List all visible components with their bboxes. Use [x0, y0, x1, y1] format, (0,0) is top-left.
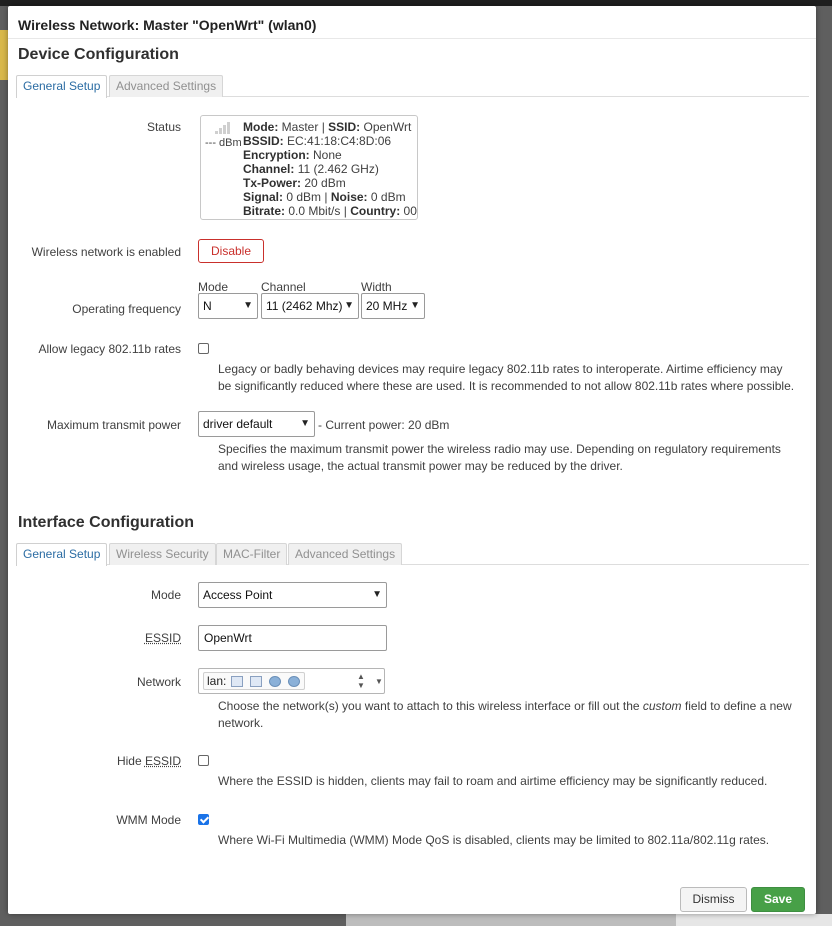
- spinner-icon[interactable]: ▲ ▼: [357, 672, 365, 690]
- interface-config-tabs: General Setup Wireless Security MAC-Filt…: [16, 543, 809, 566]
- enabled-label: Wireless network is enabled: [31, 245, 181, 259]
- operating-frequency-label: Operating frequency: [72, 302, 181, 316]
- channel-select[interactable]: 11 (2462 Mhz) ▼: [261, 293, 359, 319]
- width-select[interactable]: 20 MHz ▼: [361, 293, 425, 319]
- backdrop-banner: [0, 30, 8, 80]
- hide-essid-checkbox[interactable]: [198, 755, 209, 766]
- width-mini-label: Width: [361, 280, 392, 294]
- divider: [8, 38, 816, 39]
- mode-mini-label: Mode: [198, 280, 229, 294]
- wireless-network-modal: Wireless Network: Master "OpenWrt" (wlan…: [8, 6, 816, 914]
- essid-label: ESSID: [144, 631, 181, 645]
- tab-general-setup[interactable]: General Setup: [16, 75, 108, 98]
- tab-advanced-settings[interactable]: Advanced Settings: [288, 543, 403, 565]
- network-description: Choose the network(s) you want to attach…: [218, 699, 792, 730]
- legacy-rates-label: Allow legacy 802.11b rates: [38, 342, 181, 356]
- device-config-title: Device Configuration: [18, 46, 179, 63]
- dismiss-button[interactable]: Dismiss: [680, 887, 747, 912]
- network-selected-item[interactable]: lan:: [203, 672, 305, 690]
- hide-essid-description: Where the ESSID is hidden, clients may f…: [218, 774, 768, 788]
- legacy-rates-checkbox[interactable]: [198, 343, 209, 354]
- signal-dbm: --- dBm: [205, 137, 242, 149]
- disable-button[interactable]: Disable: [198, 239, 264, 263]
- transmit-power-description: Specifies the maximum transmit power the…: [218, 442, 781, 473]
- backdrop-footer: [346, 914, 676, 926]
- hide-essid-label: Hide ESSID: [116, 754, 181, 768]
- device-config-tabs: General Setup Advanced Settings: [16, 75, 809, 98]
- legacy-rates-description: Legacy or badly behaving devices may req…: [218, 362, 795, 393]
- transmit-power-select[interactable]: driver default ▼: [198, 411, 315, 437]
- chevron-down-icon[interactable]: ▼: [375, 677, 383, 686]
- tab-advanced-settings[interactable]: Advanced Settings: [109, 75, 224, 97]
- interface-mode-select[interactable]: Access Point ▼: [198, 582, 387, 608]
- interface-config-title: Interface Configuration: [18, 514, 195, 531]
- mode-select[interactable]: N ▼: [198, 293, 258, 319]
- chevron-down-icon: ▼: [344, 300, 354, 311]
- tab-mac-filter[interactable]: MAC-Filter: [216, 543, 288, 565]
- transmit-power-label: Maximum transmit power: [46, 418, 181, 432]
- ethernet-icon: [250, 676, 262, 687]
- chevron-down-icon: ▼: [243, 300, 253, 311]
- wifi-icon: [269, 676, 281, 687]
- current-power: - Current power: 20 dBm: [318, 418, 450, 432]
- wmm-mode-checkbox[interactable]: [198, 814, 209, 825]
- wmm-mode-label: WMM Mode: [116, 813, 181, 827]
- tab-general-setup[interactable]: General Setup: [16, 543, 108, 566]
- wmm-mode-description: Where Wi-Fi Multimedia (WMM) Mode QoS is…: [218, 833, 770, 847]
- wifi-icon: [288, 676, 300, 687]
- modal-title: Wireless Network: Master "OpenWrt" (wlan…: [18, 17, 317, 33]
- ethernet-icon: [231, 676, 243, 687]
- chevron-down-icon: ▼: [410, 300, 420, 311]
- channel-mini-label: Channel: [261, 280, 306, 294]
- network-label: Network: [136, 675, 181, 689]
- signal-icon: [215, 122, 231, 134]
- backdrop-footer-right: [676, 914, 832, 926]
- chevron-down-icon: ▼: [372, 589, 382, 600]
- status-details: Mode: Master | SSID: OpenWrt BSSID: EC:4…: [243, 120, 417, 218]
- save-button[interactable]: Save: [751, 887, 805, 912]
- status-box: --- dBm Mode: Master | SSID: OpenWrt BSS…: [200, 115, 418, 220]
- essid-input[interactable]: OpenWrt: [198, 625, 387, 651]
- mode-label: Mode: [150, 588, 181, 602]
- status-label: Status: [146, 120, 181, 134]
- network-select[interactable]: lan: ▲ ▼ ▼: [198, 668, 385, 694]
- chevron-down-icon: ▼: [300, 418, 310, 429]
- tab-wireless-security[interactable]: Wireless Security: [109, 543, 216, 565]
